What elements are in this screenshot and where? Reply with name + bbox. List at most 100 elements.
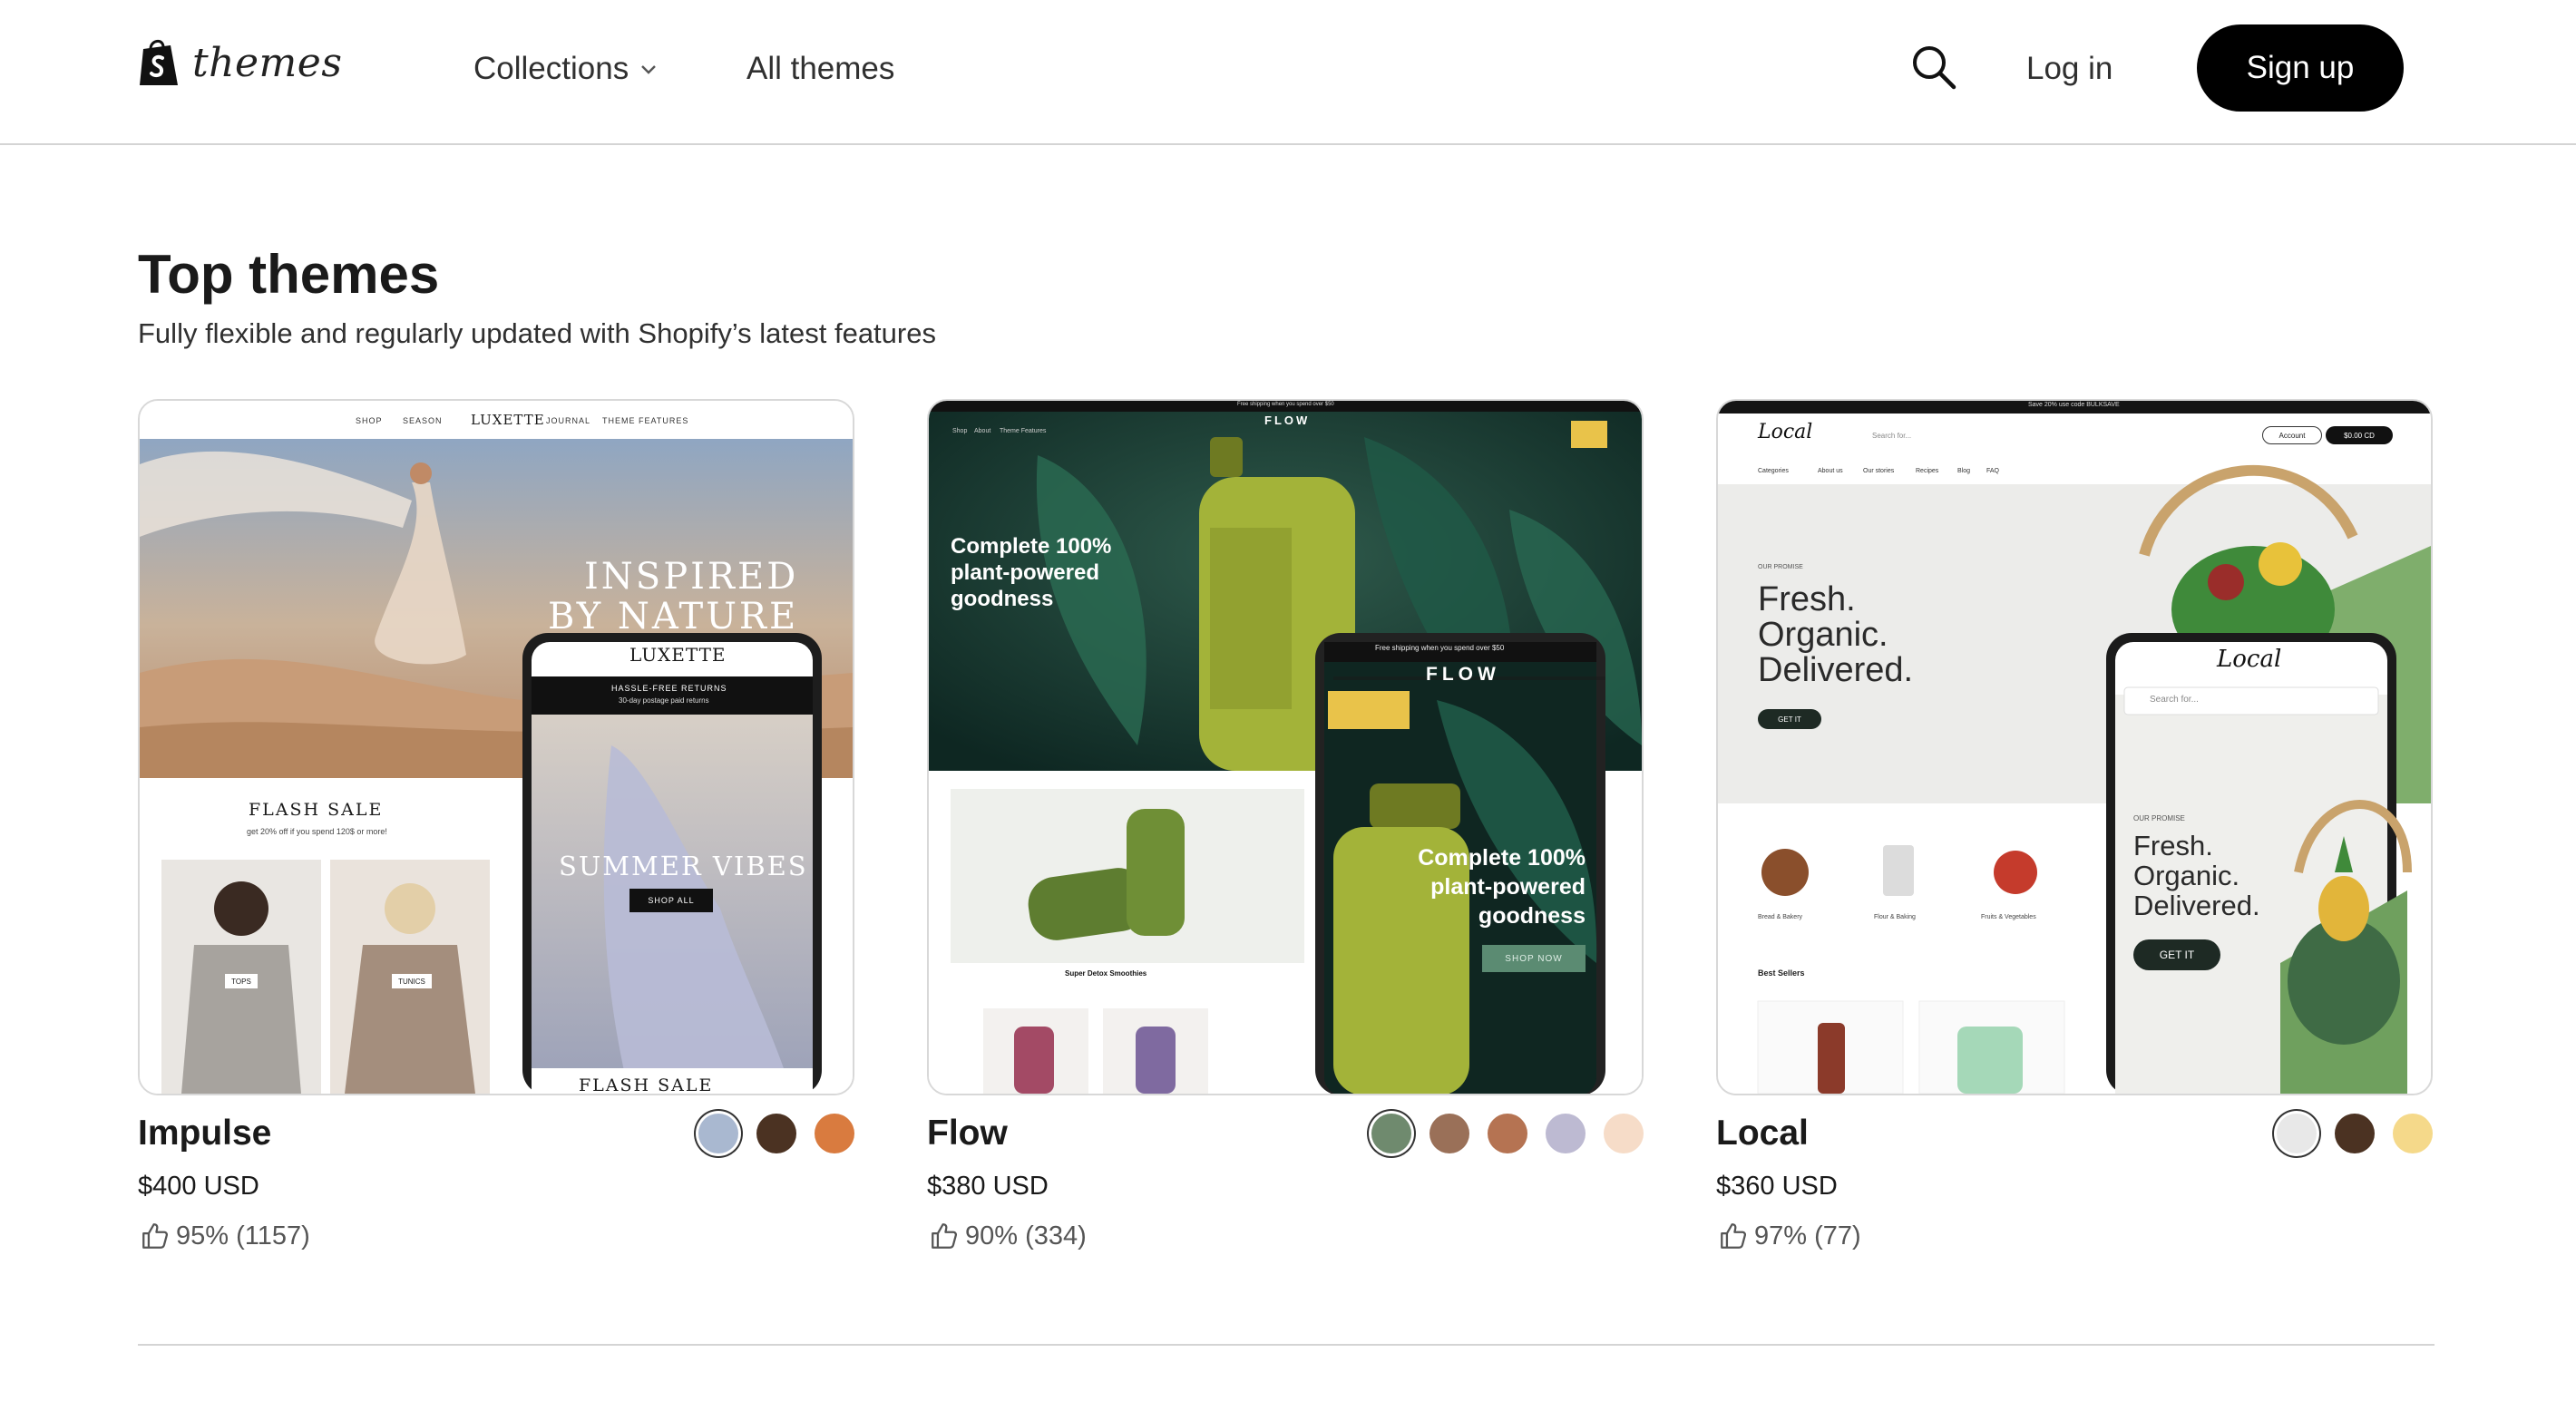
theme-preview-flow[interactable]: FLOW Free shipping when you spend over $…: [927, 399, 1644, 1095]
flow-mobile-cta: SHOP NOW: [1482, 945, 1586, 972]
local-hero-line1: Fresh.: [1758, 580, 1856, 618]
flow-mobile-shipping: Free shipping when you spend over $50: [1375, 644, 1505, 652]
impulse-mobile-flash: FLASH SALE: [579, 1075, 714, 1095]
nav-collections-label: Collections: [473, 51, 629, 86]
impulse-tag-tops: TOPS: [225, 974, 258, 988]
theme-card-impulse[interactable]: SHOP SEASON LUXETTE JOURNAL THEME FEATUR…: [138, 399, 854, 1250]
impulse-mobile-banner2: 30-day postage paid returns: [619, 696, 709, 705]
nav-all-themes[interactable]: All themes: [746, 51, 894, 87]
swatch[interactable]: [2393, 1114, 2433, 1153]
flow-preview-image: [929, 401, 1642, 1094]
local-mobile-hero2: Organic.: [2133, 860, 2240, 891]
local-cat-fruits: Fruits & Vegetables: [1981, 914, 2036, 920]
local-mobile-hero1: Fresh.: [2133, 830, 2213, 861]
swatch[interactable]: [1429, 1114, 1469, 1153]
rating-text: 95% (1157): [176, 1221, 310, 1250]
local-cta: GET IT: [1758, 709, 1821, 729]
local-nav-about: About us: [1818, 468, 1843, 474]
flow-mobile-hero: Complete 100% plant-powered goodness: [1418, 845, 1586, 929]
flow-topbar: Free shipping when you spend over $50: [1237, 402, 1334, 407]
theme-price: $400 USD: [138, 1172, 259, 1201]
local-topbar: Save 20% use code BULKSAVE: [2028, 402, 2120, 408]
theme-price: $360 USD: [1716, 1172, 1838, 1201]
impulse-hero-line1: INSPIRED: [584, 556, 799, 598]
impulse-nav-shop: SHOP: [356, 416, 383, 425]
flow-nav-about: About: [974, 428, 991, 434]
impulse-mobile-brand: LUXETTE: [629, 644, 727, 666]
theme-rating: 90% (334): [929, 1221, 1087, 1251]
shopify-bag-icon: [140, 40, 178, 85]
local-search-placeholder: Search for...: [1872, 432, 1912, 440]
section-divider: [138, 1344, 2435, 1346]
chevron-down-icon: [641, 65, 657, 74]
flow-nav-features: Theme Features: [1000, 428, 1047, 434]
theme-name[interactable]: Impulse: [138, 1114, 271, 1153]
impulse-flash-sub: get 20% off if you spend 120$ or more!: [247, 827, 387, 836]
swatch[interactable]: [1546, 1114, 1586, 1153]
swatch[interactable]: [756, 1114, 796, 1153]
local-mobile-search: Search for...: [2150, 695, 2199, 705]
impulse-nav-season: SEASON: [403, 416, 443, 425]
impulse-nav-journal: JOURNAL: [546, 416, 591, 425]
local-account: Account: [2262, 426, 2322, 444]
local-hero-line3: Delivered.: [1758, 651, 1914, 689]
color-swatches: [1371, 1114, 1644, 1153]
swatch[interactable]: [698, 1114, 738, 1153]
theme-rating: 97% (77): [1718, 1221, 1861, 1251]
theme-preview-local[interactable]: Local Save 20% use code BULKSAVE Search …: [1716, 399, 2433, 1095]
theme-preview-impulse[interactable]: SHOP SEASON LUXETTE JOURNAL THEME FEATUR…: [138, 399, 854, 1095]
rating-text: 97% (77): [1754, 1221, 1861, 1250]
color-swatches: [2277, 1114, 2433, 1153]
shopify-themes-logo[interactable]: themes: [138, 38, 342, 87]
local-nav-categories: Categories: [1758, 468, 1789, 474]
local-promise: OUR PROMISE: [1758, 564, 1803, 570]
local-brand: Local: [1758, 421, 1813, 443]
section-subtitle: Fully flexible and regularly updated wit…: [138, 317, 936, 349]
swatch[interactable]: [1604, 1114, 1644, 1153]
section-title: Top themes: [138, 244, 440, 305]
local-cat-flour: Flour & Baking: [1874, 914, 1916, 920]
login-link[interactable]: Log in: [2026, 51, 2113, 87]
theme-name[interactable]: Local: [1716, 1114, 1809, 1153]
swatch[interactable]: [1488, 1114, 1527, 1153]
swatch[interactable]: [815, 1114, 854, 1153]
impulse-tag-tunics: TUNICS: [392, 974, 432, 988]
impulse-mobile-banner1: HASSLE-FREE RETURNS: [611, 684, 727, 693]
swatch[interactable]: [1371, 1114, 1411, 1153]
thumbs-up-icon: [932, 1223, 958, 1249]
local-mobile-cta: GET IT: [2133, 939, 2220, 970]
local-cart: $0.00 CD: [2326, 426, 2393, 444]
impulse-hero-line2: BY NATURE: [548, 596, 799, 637]
flow-nav-shop: Shop: [952, 428, 968, 434]
local-mobile-brand: Local: [2217, 646, 2282, 673]
local-nav-faq: FAQ: [1986, 468, 2000, 474]
search-icon[interactable]: [1908, 42, 1959, 92]
local-mobile-hero3: Delivered.: [2133, 890, 2260, 921]
color-swatches: [698, 1114, 854, 1153]
theme-price: $380 USD: [927, 1172, 1049, 1201]
local-preview-image: [1718, 401, 2431, 1094]
thumbs-up-icon: [1721, 1223, 1747, 1249]
swatch[interactable]: [2277, 1114, 2317, 1153]
rating-text: 90% (334): [965, 1221, 1087, 1250]
local-nav-stories: Our stories: [1863, 468, 1895, 474]
theme-card-flow[interactable]: FLOW Free shipping when you spend over $…: [927, 399, 1644, 1250]
local-mobile-promise: OUR PROMISE: [2133, 814, 2185, 822]
signup-button[interactable]: Sign up: [2197, 24, 2404, 112]
swatch[interactable]: [2335, 1114, 2375, 1153]
impulse-mobile-cta: SHOP ALL: [629, 889, 713, 912]
local-best-sellers: Best Sellers: [1758, 968, 1805, 978]
thumbs-up-icon: [142, 1223, 169, 1249]
flow-brand: FLOW: [1264, 414, 1311, 427]
local-hero-line2: Organic.: [1758, 616, 1888, 654]
theme-card-local[interactable]: Local Save 20% use code BULKSAVE Search …: [1716, 399, 2433, 1250]
nav-collections[interactable]: Collections: [473, 51, 658, 87]
site-header: themes Collections All themes Log in Sig…: [0, 0, 2576, 145]
impulse-flash-sale: FLASH SALE: [249, 800, 384, 820]
impulse-mobile-hero: SUMMER VIBES: [559, 851, 808, 881]
theme-name[interactable]: Flow: [927, 1114, 1008, 1153]
local-cat-bread: Bread & Bakery: [1758, 914, 1803, 920]
logo-text: themes: [192, 39, 343, 86]
impulse-preview-image: [140, 401, 853, 1094]
flow-mobile-brand: FLOW: [1426, 664, 1500, 685]
